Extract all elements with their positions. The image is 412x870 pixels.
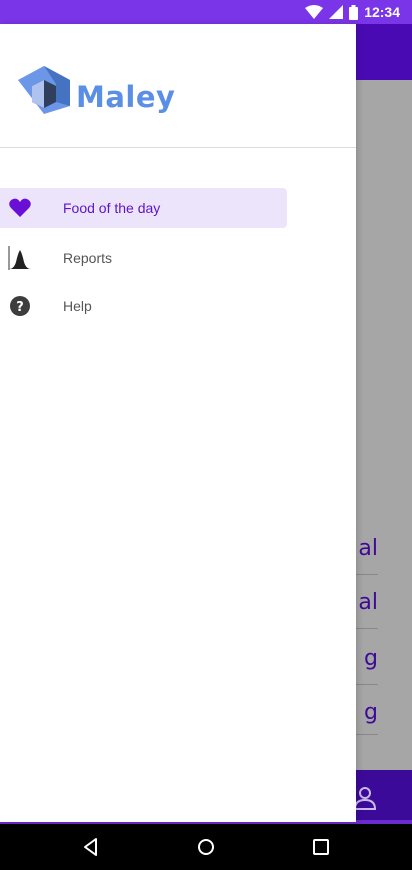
recents-icon[interactable] xyxy=(310,836,332,858)
bg-value-text: al xyxy=(358,536,378,561)
svg-text:?: ? xyxy=(16,300,24,315)
bg-value-text: al xyxy=(358,590,378,615)
brand-name: Maley xyxy=(76,80,176,114)
status-bar: 12:34 xyxy=(0,0,412,24)
cell-signal-icon xyxy=(329,5,344,19)
home-icon[interactable] xyxy=(195,836,217,858)
status-icons: 12:34 xyxy=(305,3,400,21)
drawer-item-reports[interactable]: Reports xyxy=(0,238,287,278)
back-icon[interactable] xyxy=(80,836,102,858)
heart-icon xyxy=(8,196,32,220)
wifi-icon xyxy=(305,5,324,19)
drawer-item-label: Reports xyxy=(63,250,113,266)
battery-icon xyxy=(349,4,359,20)
drawer-item-label: Food of the day xyxy=(63,200,161,216)
system-nav-bar xyxy=(0,824,412,870)
bg-value-text: g xyxy=(364,700,378,725)
status-time: 12:34 xyxy=(364,4,400,20)
maley-logo-icon xyxy=(18,66,70,114)
drawer-item-help[interactable]: ? Help xyxy=(0,286,287,326)
drawer-item-label: Help xyxy=(63,298,92,314)
drawer-item-food-of-the-day[interactable]: Food of the day xyxy=(0,188,287,228)
bell-curve-icon xyxy=(8,246,32,270)
bg-value-text: g xyxy=(364,646,378,671)
navigation-drawer: Maley Food of the day Reports ? Help xyxy=(0,24,356,822)
drawer-header: Maley xyxy=(0,24,356,148)
help-icon: ? xyxy=(8,294,32,318)
